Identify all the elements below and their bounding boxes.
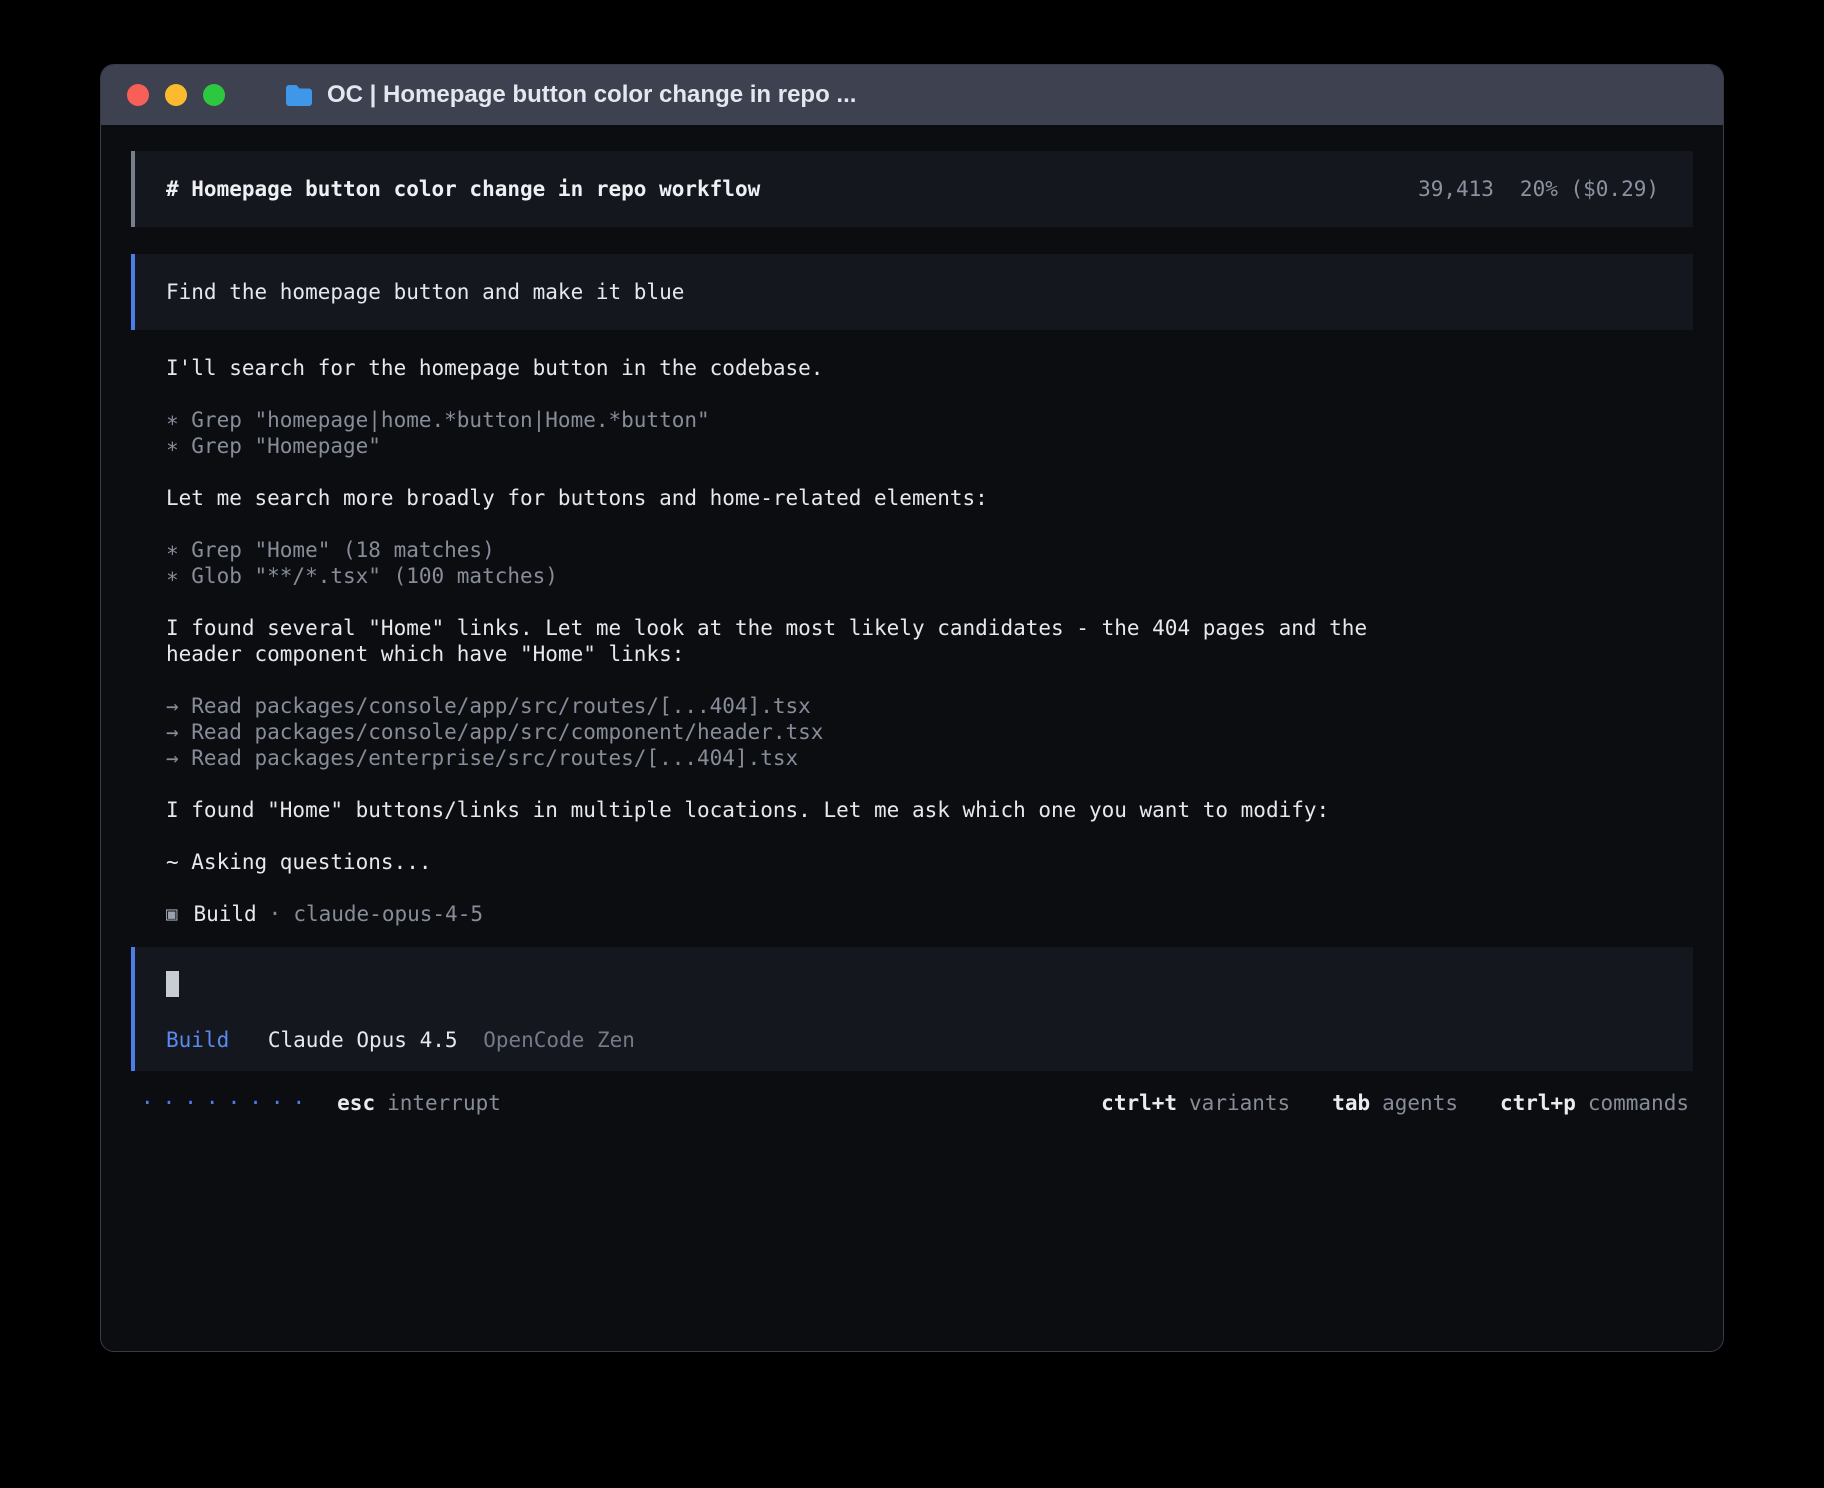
assistant-message: I found several "Home" links. Let me loo… <box>166 615 1406 667</box>
status-right: ctrl+t variants tab agents ctrl+p comman… <box>1101 1090 1689 1116</box>
text-cursor <box>166 971 179 997</box>
tool-call-read: → Read packages/console/app/src/componen… <box>166 719 1693 745</box>
window-titlebar[interactable]: OC | Homepage button color change in rep… <box>101 65 1723 125</box>
user-message: Find the homepage button and make it blu… <box>131 254 1693 330</box>
agent-status-line: ▣ Build · claude-opus-4-5 <box>166 901 1693 927</box>
tool-call-grep: ∗ Grep "Homepage" <box>166 433 1693 459</box>
shortcut-key: ctrl+t <box>1101 1090 1177 1116</box>
user-message-text: Find the homepage button and make it blu… <box>166 280 684 304</box>
token-count: 39,413 <box>1418 176 1494 202</box>
tool-call-grep: ∗ Grep "Home" (18 matches) <box>166 537 1693 563</box>
terminal-content: # Homepage button color change in repo w… <box>101 125 1723 1116</box>
agent-name: Build <box>193 901 256 927</box>
shortcut-label: variants <box>1189 1090 1290 1116</box>
window-controls <box>127 65 225 125</box>
terminal-window: OC | Homepage button color change in rep… <box>100 64 1724 1352</box>
esc-key-hint: esc <box>337 1090 375 1116</box>
provider-label: OpenCode Zen <box>483 1028 635 1052</box>
agent-mode-label[interactable]: Build <box>166 1028 229 1052</box>
session-stats: 39,413 20% ($0.29) <box>1418 176 1659 202</box>
tool-call-grep: ∗ Grep "homepage|home.*button|Home.*butt… <box>166 407 1693 433</box>
shortcut-label: commands <box>1588 1090 1689 1116</box>
shortcut-agents: tab agents <box>1332 1090 1458 1116</box>
transcript: I'll search for the homepage button in t… <box>131 355 1693 927</box>
shortcut-variants: ctrl+t variants <box>1101 1090 1290 1116</box>
window-title: OC | Homepage button color change in rep… <box>327 81 856 109</box>
session-title: # Homepage button color change in repo w… <box>166 176 760 202</box>
assistant-message: I'll search for the homepage button in t… <box>166 355 1693 381</box>
build-agent-icon: ▣ <box>166 901 177 927</box>
minimize-button[interactable] <box>165 84 187 106</box>
shortcut-key: ctrl+p <box>1500 1090 1576 1116</box>
model-label[interactable]: Claude Opus 4.5 <box>268 1028 458 1052</box>
agent-separator: · <box>269 901 282 927</box>
input-meta: Build Claude Opus 4.5 OpenCode Zen <box>166 1027 1662 1053</box>
status-left: ········ esc interrupt <box>141 1090 501 1116</box>
session-header: # Homepage button color change in repo w… <box>131 151 1693 227</box>
tool-call-glob: ∗ Glob "**/*.tsx" (100 matches) <box>166 563 1693 589</box>
tool-call-read: → Read packages/console/app/src/routes/[… <box>166 693 1693 719</box>
interrupt-label: interrupt <box>387 1090 501 1116</box>
folder-icon <box>285 84 313 107</box>
shortcut-commands: ctrl+p commands <box>1500 1090 1689 1116</box>
spinner-dots: ········ <box>141 1090 314 1116</box>
zoom-button[interactable] <box>203 84 225 106</box>
status-bar: ········ esc interrupt ctrl+t variants t… <box>131 1090 1693 1116</box>
tool-call-read: → Read packages/enterprise/src/routes/[.… <box>166 745 1693 771</box>
agent-model: claude-opus-4-5 <box>293 901 483 927</box>
context-cost: 20% ($0.29) <box>1520 176 1659 202</box>
assistant-message: I found "Home" buttons/links in multiple… <box>166 797 1693 823</box>
assistant-message: Let me search more broadly for buttons a… <box>166 485 1693 511</box>
asking-questions-status: ~ Asking questions... <box>166 849 1693 875</box>
shortcut-label: agents <box>1382 1090 1458 1116</box>
shortcut-key: tab <box>1332 1090 1370 1116</box>
prompt-input[interactable]: Build Claude Opus 4.5 OpenCode Zen <box>131 947 1693 1071</box>
title-group: OC | Homepage button color change in rep… <box>285 65 856 125</box>
close-button[interactable] <box>127 84 149 106</box>
